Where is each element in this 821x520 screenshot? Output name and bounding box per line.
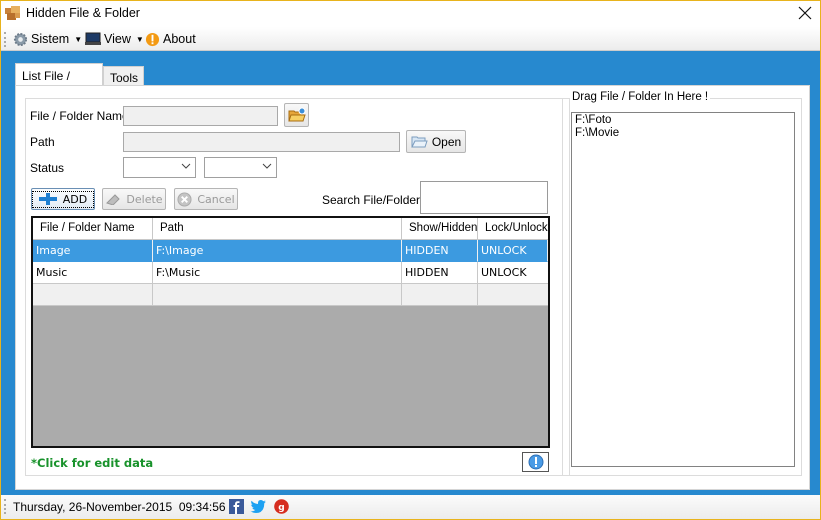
status-lock-select[interactable] — [204, 157, 277, 178]
open-button[interactable]: Open — [406, 130, 466, 153]
window-title: Hidden File & Folder — [26, 6, 140, 20]
cell-path[interactable]: F:\Music — [153, 262, 402, 284]
drop-title: Drag File / Folder In Here ! — [570, 91, 711, 103]
delete-button[interactable]: Delete — [102, 188, 166, 210]
menu-sistem[interactable]: Sistem ▼ — [13, 30, 82, 48]
search-label: Search File/Folder — [322, 193, 421, 207]
gear-icon — [13, 32, 28, 46]
info-warning-icon — [145, 32, 160, 46]
close-button[interactable] — [796, 4, 814, 22]
cell-name[interactable]: Image — [33, 240, 153, 262]
menu-about[interactable]: About — [145, 30, 196, 48]
search-input[interactable] — [420, 181, 548, 214]
cell-show[interactable]: HIDDEN — [402, 240, 478, 262]
drop-list[interactable]: F:\Foto F:\Movie — [571, 112, 795, 467]
name-input[interactable] — [123, 106, 278, 126]
add-button[interactable]: ADD — [31, 188, 95, 210]
folder-add-icon — [287, 107, 306, 122]
menu-view[interactable]: View ▼ — [85, 30, 144, 48]
cell-path[interactable]: F:\Image — [153, 240, 402, 262]
app-icon — [5, 6, 20, 20]
path-label: Path — [30, 135, 55, 149]
tab-list-file-folder[interactable]: List File / Folder — [15, 63, 103, 97]
status-label: Status — [30, 161, 65, 175]
list-item[interactable]: F:\Movie — [575, 127, 791, 140]
plus-icon — [38, 193, 57, 205]
cancel-button[interactable]: Cancel — [174, 188, 238, 210]
google-plus-icon[interactable]: g — [274, 499, 289, 514]
file-form-group: File / Folder Name Path Open Status ADD … — [25, 98, 570, 476]
close-icon — [798, 6, 812, 20]
toolbar-grip[interactable] — [4, 32, 6, 47]
grid-header: File / Folder Name Path Show/Hidden Lock… — [33, 218, 548, 240]
column-header-show[interactable]: Show/Hidden — [402, 218, 478, 240]
status-show-select[interactable] — [123, 157, 196, 178]
browse-folder-button[interactable] — [284, 103, 309, 127]
cell-lock[interactable]: UNLOCK — [478, 240, 548, 262]
menu-view-label: View — [104, 32, 131, 46]
column-header-lock[interactable]: Lock/Unlock — [478, 218, 548, 240]
cancel-button-label: Cancel — [197, 192, 235, 206]
svg-text:g: g — [278, 503, 284, 513]
cell-lock[interactable]: UNLOCK — [478, 262, 548, 284]
menu-bar: Sistem ▼ View ▼ About — [1, 27, 820, 51]
name-label: File / Folder Name — [30, 109, 129, 123]
menu-about-label: About — [163, 32, 196, 46]
tab-page-list: File / Folder Name Path Open Status ADD … — [15, 85, 810, 490]
delete-button-label: Delete — [126, 192, 163, 206]
info-icon — [528, 454, 543, 470]
drop-group: Drag File / Folder In Here ! F:\Foto F:\… — [562, 91, 802, 476]
tab-tools[interactable]: Tools — [103, 66, 144, 86]
facebook-icon[interactable] — [229, 499, 244, 514]
add-button-focus: ADD — [31, 190, 95, 208]
cell-lock[interactable] — [478, 284, 548, 306]
cell-name[interactable] — [33, 284, 153, 306]
path-input[interactable] — [123, 132, 400, 152]
cell-path[interactable] — [153, 284, 402, 306]
cancel-icon — [177, 191, 192, 207]
chevron-down-icon — [262, 163, 272, 169]
datetime-label: Thursday, 26-November-2015 09:34:56 — [13, 500, 226, 514]
twitter-icon[interactable] — [250, 499, 267, 514]
file-grid[interactable]: File / Folder Name Path Show/Hidden Lock… — [31, 216, 550, 448]
app-window: Hidden File & Folder Sistem ▼ View ▼ Abo… — [0, 0, 821, 520]
title-bar: Hidden File & Folder — [1, 1, 820, 27]
open-button-label: Open — [431, 134, 462, 149]
statusbar-grip — [4, 499, 6, 514]
list-item[interactable]: F:\Foto — [575, 114, 791, 127]
eraser-icon — [106, 194, 121, 205]
column-header-name[interactable]: File / Folder Name — [33, 218, 153, 240]
cell-show[interactable] — [402, 284, 478, 306]
menu-sistem-label: Sistem — [31, 32, 70, 46]
monitor-icon — [85, 32, 101, 45]
chevron-down-icon — [181, 163, 191, 169]
table-row[interactable]: Music F:\Music HIDDEN UNLOCK — [33, 262, 548, 284]
cell-name[interactable]: Music — [33, 262, 153, 284]
table-row[interactable]: Image F:\Image HIDDEN UNLOCK — [33, 240, 548, 262]
info-button[interactable] — [522, 452, 549, 472]
edit-hint: *Click for edit data — [31, 456, 154, 470]
chevron-down-icon: ▼ — [74, 34, 83, 44]
chevron-down-icon: ▼ — [135, 34, 144, 44]
add-button-label: ADD — [62, 192, 88, 206]
column-header-path[interactable]: Path — [153, 218, 402, 240]
table-row-new[interactable] — [33, 284, 548, 306]
cell-show[interactable]: HIDDEN — [402, 262, 478, 284]
status-bar: Thursday, 26-November-2015 09:34:56 g — [1, 495, 820, 519]
open-folder-icon — [411, 136, 428, 147]
